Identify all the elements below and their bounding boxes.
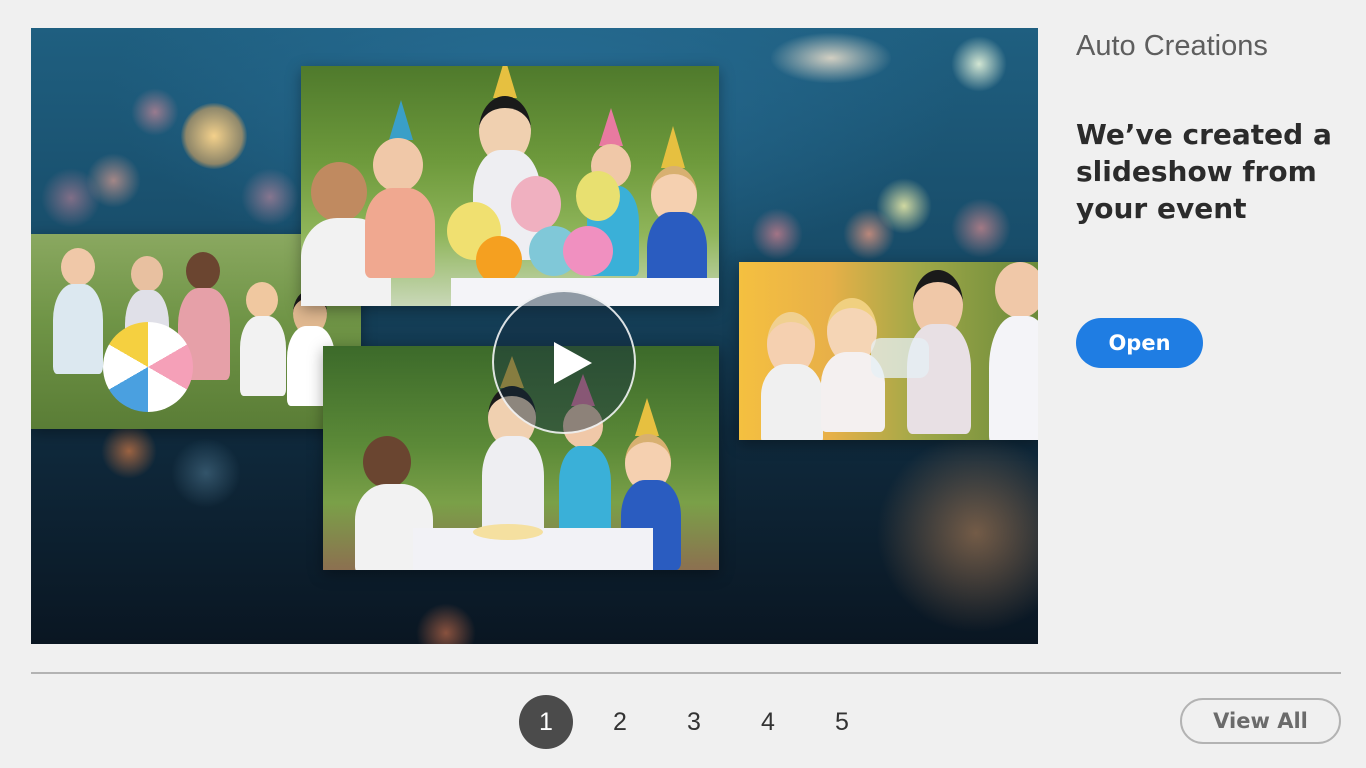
creation-headline: We’ve created a slideshow from your even… <box>1076 118 1332 225</box>
play-button[interactable] <box>492 290 636 434</box>
page-button-3[interactable]: 3 <box>667 695 721 749</box>
bokeh-light <box>86 153 141 208</box>
divider <box>31 672 1341 674</box>
slideshow-preview[interactable] <box>31 28 1038 644</box>
balloon <box>476 236 522 284</box>
bokeh-light <box>771 33 891 83</box>
photo-girls-toasting <box>739 262 1038 440</box>
bokeh-light <box>951 36 1007 92</box>
bokeh-light <box>131 88 179 136</box>
bokeh-light <box>41 168 101 228</box>
page-button-5[interactable]: 5 <box>815 695 869 749</box>
page-button-2[interactable]: 2 <box>593 695 647 749</box>
bokeh-light <box>751 208 803 260</box>
play-icon <box>554 342 592 384</box>
bokeh-light <box>416 603 476 644</box>
photo-kids-with-balloons <box>301 66 719 306</box>
balloon <box>511 176 561 232</box>
bokeh-light <box>181 103 247 169</box>
pagination: 1 2 3 4 5 <box>519 695 869 749</box>
bokeh-light <box>101 423 157 479</box>
bokeh-light <box>876 178 932 234</box>
beach-ball <box>103 322 193 412</box>
bokeh-light <box>951 198 1011 258</box>
page-button-1[interactable]: 1 <box>519 695 573 749</box>
section-title: Auto Creations <box>1076 30 1268 62</box>
view-all-button[interactable]: View All <box>1180 698 1341 744</box>
bokeh-light <box>171 438 241 508</box>
cake <box>473 524 543 540</box>
auto-creations-page: Auto Creations We’ve created a slideshow… <box>0 0 1366 768</box>
bokeh-light <box>241 168 299 226</box>
balloon <box>576 171 620 221</box>
balloon <box>563 226 613 276</box>
bokeh-light <box>843 208 895 260</box>
cups <box>871 338 929 378</box>
bokeh-light <box>876 433 1038 633</box>
page-button-4[interactable]: 4 <box>741 695 795 749</box>
open-button[interactable]: Open <box>1076 318 1203 368</box>
